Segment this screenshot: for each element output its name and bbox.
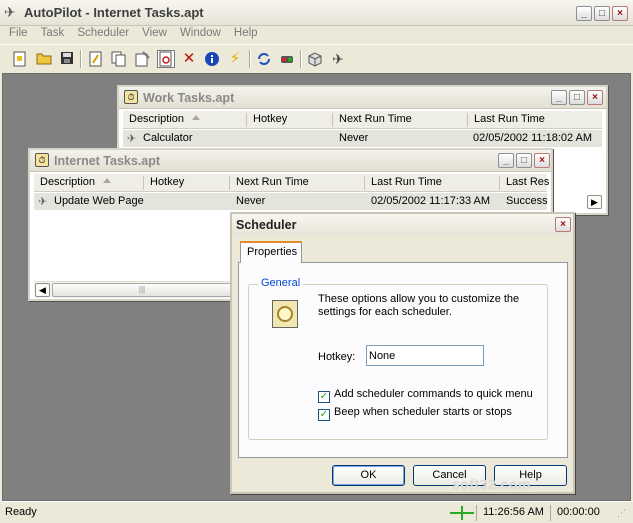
edit-icon[interactable] [87,50,105,68]
autopilot-plane-icon: ✈ [4,4,16,20]
dialog-title-bar[interactable]: Scheduler × [232,214,573,236]
close-button[interactable]: × [612,6,628,21]
close-button[interactable]: × [555,217,571,232]
column-next-run-time[interactable]: Next Run Time [230,176,365,190]
scroll-right-button[interactable]: ▶ [587,195,602,209]
close-button[interactable]: × [534,153,550,168]
group-label-general: General [258,277,304,289]
status-clock: 11:26:56 AM [476,505,550,521]
scheduler-dialog[interactable]: Scheduler × Properties General These opt… [230,212,575,494]
dialog-description: These options allow you to customize the… [318,293,520,318]
tab-properties[interactable]: Properties [240,241,302,263]
window-title: AutoPilot - Internet Tasks.apt [24,5,204,20]
cube-icon[interactable] [306,50,324,68]
column-next-run-time[interactable]: Next Run Time [333,113,468,127]
ok-button[interactable]: OK [332,465,405,486]
column-hotkey[interactable]: Hotkey [144,176,230,190]
task-description: Calculator [143,132,193,144]
checkbox-beep-row[interactable]: ✓ Beep when scheduler starts or stops [318,406,512,421]
internet-tasks-list-header: Description Hotkey Next Run Time Last Ru… [34,174,550,192]
column-hotkey[interactable]: Hotkey [247,113,333,127]
task-description: Update Web Page [54,195,144,207]
menu-window[interactable]: Window [175,26,226,40]
horizontal-scrollbar[interactable]: ◀ ||| [34,281,234,298]
toolbar: ✕ ⚡ ✈ [0,44,633,72]
task-next-run: Never [339,132,369,144]
refresh-icon[interactable] [255,50,273,68]
status-text: Ready [5,506,37,518]
status-bar: Ready 11:26:56 AM 00:00:00 ⋰ [0,501,633,523]
task-next-run: Never [236,195,266,207]
menu-file[interactable]: File [4,26,33,40]
status-indicator-icon [444,505,476,521]
table-row[interactable]: ✈ Calculator Never 02/05/2002 11:18:02 A… [123,130,602,147]
resize-grip-icon[interactable]: ⋰ [617,508,626,519]
close-button[interactable]: × [587,90,603,105]
column-description[interactable]: Description [34,176,144,190]
hotkey-label: Hotkey: [318,351,356,363]
hotkey-input[interactable] [366,345,484,366]
work-tasks-list-header: Description Hotkey Next Run Time Last Ru… [123,111,602,129]
menu-task[interactable]: Task [36,26,70,40]
open-icon[interactable] [35,50,53,68]
toolbar-separator [249,50,251,68]
watermark: soft32.com [452,476,531,492]
plane-icon[interactable]: ✈ [329,50,347,68]
copy-icon[interactable] [110,50,128,68]
properties-icon[interactable] [134,50,152,68]
menu-bar: File Task Scheduler View Window Help [0,26,633,44]
task-last-result: Success [506,195,548,207]
column-last-run-time[interactable]: Last Run Time [468,113,603,127]
maximize-button[interactable]: □ [594,6,610,21]
scroll-left-button[interactable]: ◀ [35,283,50,297]
delete-icon[interactable]: ✕ [180,50,198,68]
sort-ascending-icon [192,115,201,120]
clock-icon [272,300,298,328]
maximize-button[interactable]: □ [516,153,532,168]
scrollbar-thumb[interactable]: ||| [52,283,232,297]
task-file-icon: ⏱ [35,153,49,167]
checkbox-quick-menu-label: Add scheduler commands to quick menu [334,388,533,400]
toolbar-separator [80,50,82,68]
table-row[interactable]: ✈ Update Web Page Never 02/05/2002 11:17… [34,193,548,210]
task-plane-icon: ✈ [38,196,48,208]
checkbox-quick-menu[interactable]: ✓ [318,391,330,403]
save-icon[interactable] [58,50,76,68]
menu-scheduler[interactable]: Scheduler [72,26,134,40]
checkbox-beep[interactable]: ✓ [318,409,330,421]
sort-ascending-icon [103,178,112,183]
toolbar-separator [300,50,302,68]
internet-tasks-title: Internet Tasks.apt [54,154,161,168]
checkbox-quick-menu-row[interactable]: ✓ Add scheduler commands to quick menu [318,388,533,403]
status-timer: 00:00:00 [550,505,610,521]
menu-view[interactable]: View [137,26,172,40]
column-last-result[interactable]: Last Res [500,176,550,190]
new-icon[interactable] [11,50,29,68]
checkbox-beep-label: Beep when scheduler starts or stops [334,406,512,418]
work-tasks-title: Work Tasks.apt [143,91,235,105]
menu-help[interactable]: Help [229,26,263,40]
column-last-run-time[interactable]: Last Run Time [365,176,500,190]
task-plane-icon: ✈ [127,133,137,145]
run-icon[interactable]: ⚡ [226,50,244,68]
main-title-bar: ✈ AutoPilot - Internet Tasks.apt _ □ × [0,0,633,26]
work-tasks-title-bar[interactable]: ⏱ Work Tasks.apt _ □ × [119,87,606,109]
minimize-button[interactable]: _ [576,6,592,21]
minimize-button[interactable]: _ [551,90,567,105]
internet-tasks-title-bar[interactable]: ⏱ Internet Tasks.apt _ □ × [30,150,551,172]
info-icon[interactable] [203,50,221,68]
maximize-button[interactable]: □ [569,90,585,105]
dialog-title: Scheduler [236,218,297,232]
task-last-run: 02/05/2002 11:18:02 AM [473,132,593,144]
minimize-button[interactable]: _ [498,153,514,168]
traffic-light-icon[interactable] [278,50,296,68]
column-description[interactable]: Description [123,113,247,127]
task-last-run: 02/05/2002 11:17:33 AM [371,195,491,207]
scheduler-icon[interactable] [157,50,175,68]
task-file-icon: ⏱ [124,90,138,104]
